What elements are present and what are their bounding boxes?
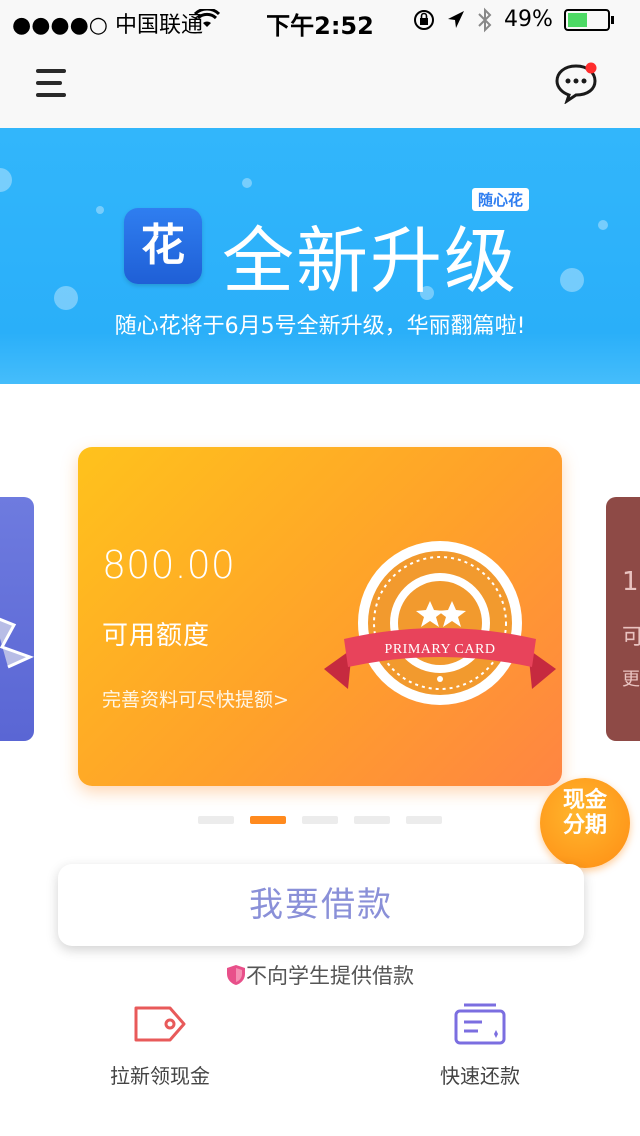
- next-card-text-2: 可: [622, 625, 640, 650]
- banner-subtitle: 随心花将于6月5号全新升级，华丽翻篇啦!: [114, 314, 526, 339]
- carousel-dot-active[interactable]: [250, 816, 286, 824]
- next-card-text-1: 1: [622, 567, 639, 597]
- student-notice: 不向学生提供借款: [0, 960, 640, 990]
- quick-repay-label: 快速还款: [440, 1064, 520, 1088]
- orientation-lock-icon: [414, 10, 434, 30]
- cash-badge-line1: 现金: [562, 788, 607, 813]
- primary-card-badge: PRIMARY CARD: [324, 541, 556, 705]
- badge-text: PRIMARY CARD: [385, 642, 496, 657]
- message-bubble-icon[interactable]: [554, 60, 600, 104]
- banner-tag: 随心花: [472, 188, 530, 211]
- nav-bar: [0, 40, 640, 129]
- quick-repay-action[interactable]: 快速还款: [380, 1002, 580, 1089]
- cash-badge-line2: 分期: [562, 813, 607, 838]
- repay-card-icon: [454, 1003, 506, 1045]
- improve-info-link[interactable]: 完善资料可尽快提额>: [102, 685, 289, 712]
- promo-banner[interactable]: 花 全新升级 随心花 随心花将于6月5号全新升级，华丽翻篇啦!: [0, 128, 640, 384]
- credit-card[interactable]: 800.00 可用额度 完善资料可尽快提额> PRIMARY CARD: [78, 447, 562, 786]
- next-card-text-3: 更: [622, 669, 640, 690]
- carousel-dot[interactable]: [354, 816, 390, 824]
- card-amount: 800.00: [102, 543, 235, 587]
- notice-text: 不向学生提供借款: [246, 964, 414, 988]
- shield-icon: [227, 965, 245, 985]
- bluetooth-icon: [478, 7, 492, 33]
- tag-icon: [134, 1006, 186, 1042]
- card-prev-partial[interactable]: [0, 497, 34, 741]
- menu-icon[interactable]: [34, 66, 70, 100]
- status-bar: ●●●●○ 中国联通 下午2:52 49%: [0, 0, 640, 40]
- carousel-dot[interactable]: [198, 816, 234, 824]
- battery-percent: 49%: [504, 7, 553, 32]
- app-logo-icon: 花: [124, 208, 202, 284]
- card-credit-label: 可用额度: [102, 621, 211, 651]
- carousel-dot[interactable]: [406, 816, 442, 824]
- card-next-partial[interactable]: 1 可 更: [606, 497, 640, 741]
- cash-installment-badge[interactable]: 现金 分期: [540, 778, 630, 868]
- location-arrow-icon: [448, 11, 464, 28]
- borrow-button[interactable]: 我要借款: [58, 864, 584, 946]
- invite-cash-action[interactable]: 拉新领现金: [60, 1002, 260, 1089]
- invite-cash-label: 拉新领现金: [110, 1064, 210, 1088]
- carousel-dot[interactable]: [302, 816, 338, 824]
- battery-icon: [564, 9, 614, 31]
- banner-headline: 全新升级: [222, 219, 519, 303]
